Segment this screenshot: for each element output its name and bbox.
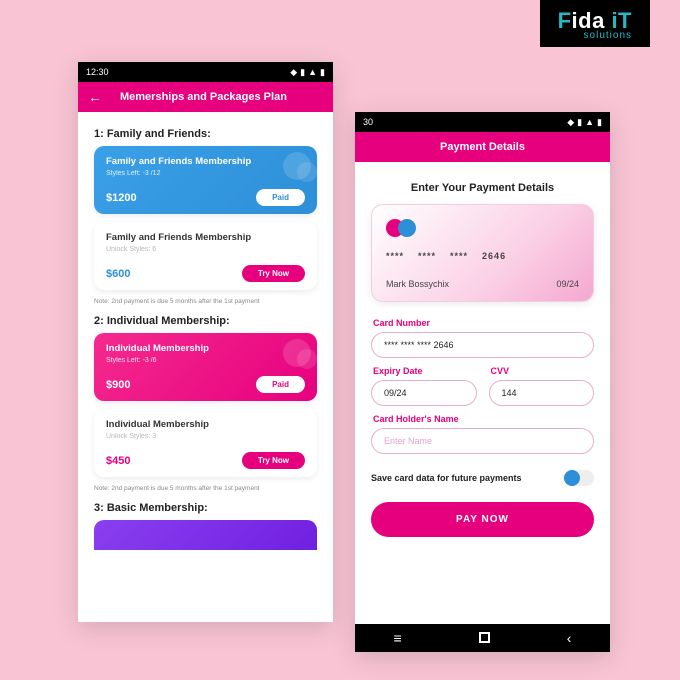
card-subtitle: Unlock Styles: 6 [106, 246, 305, 253]
card-number-label: Card Number [373, 318, 594, 328]
save-card-toggle[interactable] [564, 470, 594, 486]
membership-card-individual-try[interactable]: Individual Membership Unlock Styles: 3 $… [94, 409, 317, 477]
status-time: 30 [363, 117, 373, 127]
pay-now-button[interactable]: PAY NOW [371, 502, 594, 537]
card-number-input[interactable]: **** **** **** 2646 [371, 332, 594, 358]
card-last4: 2646 [482, 251, 506, 261]
status-time: 12:30 [86, 67, 109, 77]
try-now-button[interactable]: Try Now [242, 265, 305, 282]
page-title: Enter Your Payment Details [371, 182, 594, 194]
nav-recent-icon[interactable]: ≡ [394, 630, 402, 646]
card-group: **** [386, 251, 404, 261]
card-title: Family and Friends Membership [106, 156, 305, 167]
card-group: **** [418, 251, 436, 261]
holder-name-input[interactable]: Enter Name [371, 428, 594, 454]
card-subtitle: Styles Left: -3 /6 [106, 357, 305, 364]
card-price: $1200 [106, 192, 137, 204]
phone-payment: 30 ◆▮▲▮ Payment Details Enter Your Payme… [355, 112, 610, 652]
card-subtitle: Unlock Styles: 3 [106, 433, 305, 440]
card-holder-name: Mark Bossychix [386, 279, 449, 289]
card-group: **** [450, 251, 468, 261]
brand-logo: Fida iT solutions [540, 0, 650, 47]
status-bar: 30 ◆▮▲▮ [355, 112, 610, 132]
card-brand-icon [386, 219, 579, 237]
cvv-input[interactable]: 144 [489, 380, 595, 406]
section-title-3: 3: Basic Membership: [94, 502, 317, 514]
nav-back-icon[interactable]: ‹ [567, 630, 572, 646]
screen-header: ← Memerships and Packages Plan [78, 82, 333, 112]
back-arrow-icon[interactable]: ← [88, 89, 102, 105]
holder-name-label: Card Holder's Name [373, 414, 594, 424]
section-title-1: 1: Family and Friends: [94, 128, 317, 140]
section-title-2: 2: Individual Membership: [94, 315, 317, 327]
section-note: Note: 2nd payment is due 5 months after … [94, 485, 317, 492]
card-price: $600 [106, 268, 130, 280]
save-card-label: Save card data for future payments [371, 473, 522, 483]
card-title: Individual Membership [106, 343, 305, 354]
card-title: Individual Membership [106, 419, 305, 430]
try-now-button[interactable]: Try Now [242, 452, 305, 469]
screen-body: 1: Family and Friends: Family and Friend… [78, 112, 333, 560]
card-price: $450 [106, 455, 130, 467]
credit-card-preview: **** **** **** 2646 Mark Bossychix 09/24 [371, 204, 594, 302]
card-price: $900 [106, 379, 130, 391]
card-number-display: **** **** **** 2646 [386, 251, 579, 261]
paid-badge: Paid [256, 189, 305, 206]
paid-badge: Paid [256, 376, 305, 393]
membership-card-individual-paid[interactable]: Individual Membership Styles Left: -3 /6… [94, 333, 317, 401]
membership-card-family-paid[interactable]: Family and Friends Membership Styles Lef… [94, 146, 317, 214]
status-bar: 12:30 ◆▮▲▮ [78, 62, 333, 82]
expiry-input[interactable]: 09/24 [371, 380, 477, 406]
membership-card-family-try[interactable]: Family and Friends Membership Unlock Sty… [94, 222, 317, 290]
header-title: Payment Details [440, 141, 525, 153]
screen-body: Enter Your Payment Details **** **** ***… [355, 162, 610, 547]
phone-memberships: 12:30 ◆▮▲▮ ← Memerships and Packages Pla… [78, 62, 333, 622]
nav-home-icon[interactable] [479, 630, 490, 646]
logo-letter: F [558, 8, 572, 33]
card-title: Family and Friends Membership [106, 232, 305, 243]
expiry-label: Expiry Date [373, 366, 477, 376]
android-nav-bar: ≡ ‹ [355, 624, 610, 652]
status-icons: ◆▮▲▮ [287, 67, 325, 78]
header-title: Memerships and Packages Plan [120, 91, 287, 103]
card-subtitle: Styles Left: -3 /12 [106, 170, 305, 177]
section-note: Note: 2nd payment is due 5 months after … [94, 298, 317, 305]
status-icons: ◆▮▲▮ [564, 117, 602, 128]
screen-header: Payment Details [355, 132, 610, 162]
card-expiry: 09/24 [556, 279, 579, 289]
membership-card-basic-truncated[interactable] [94, 520, 317, 550]
cvv-label: CVV [491, 366, 595, 376]
